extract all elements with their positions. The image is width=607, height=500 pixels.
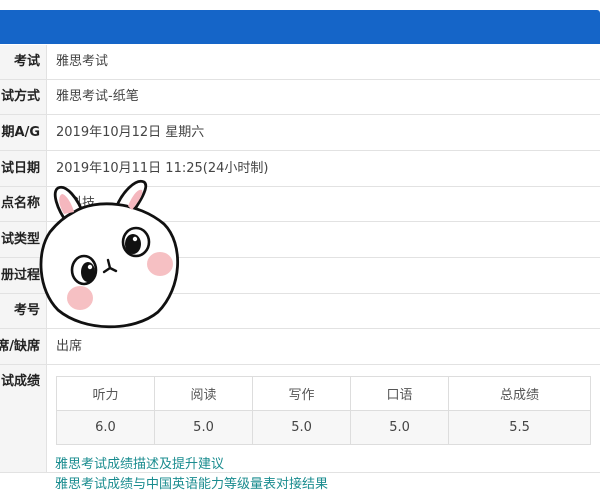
score-header-writing: 写作 [252, 376, 352, 411]
row-label: 考试 [0, 45, 47, 79]
score-value-row: 6.0 5.0 5.0 5.0 5.5 [55, 410, 591, 445]
row-value: 雅思考试-纸笔 [56, 89, 139, 104]
score-header-overall: 总成绩 [448, 376, 591, 411]
row-label: 期A/G [0, 115, 47, 150]
row-value: 2019年10月12日 星期六 [56, 125, 205, 140]
score-speaking: 5.0 [350, 410, 450, 445]
row-exam-date-ag: 期A/G 2019年10月12日 星期六 [0, 115, 600, 151]
bunny-sticker [39, 179, 180, 329]
result-links: 雅思考试成绩描述及提升建议 雅思考试成绩与中国英语能力等级量表对接结果 [55, 455, 328, 495]
left-cheek [67, 286, 93, 310]
row-label: 试成绩 [0, 365, 47, 472]
row-attendance: 席/缺席 出席 [0, 329, 600, 365]
row-exam: 考试 雅思考试 [0, 45, 600, 80]
score-header-row: 听力 阅读 写作 口语 总成绩 [55, 376, 591, 411]
header-bar [0, 10, 600, 44]
cse-alignment-link[interactable]: 雅思考试成绩与中国英语能力等级量表对接结果 [55, 475, 328, 495]
score-reading: 5.0 [154, 410, 254, 445]
score-overall: 5.5 [448, 410, 591, 445]
row-label: 试方式 [0, 80, 47, 114]
row-value: 雅思考试 [56, 54, 109, 69]
row-value: 出席 [56, 339, 83, 354]
score-header-listening: 听力 [55, 376, 156, 411]
score-writing: 5.0 [252, 410, 352, 445]
row-exam-mode: 试方式 雅思考试-纸笔 [0, 80, 600, 115]
right-cheek [147, 252, 173, 276]
score-header-reading: 阅读 [154, 376, 254, 411]
score-header-speaking: 口语 [350, 376, 450, 411]
score-description-link[interactable]: 雅思考试成绩描述及提升建议 [55, 455, 328, 475]
row-label: 席/缺席 [0, 329, 47, 364]
score-table: 听力 阅读 写作 口语 总成绩 6.0 5.0 5.0 5.0 5.5 [55, 376, 591, 445]
score-listening: 6.0 [55, 410, 156, 445]
